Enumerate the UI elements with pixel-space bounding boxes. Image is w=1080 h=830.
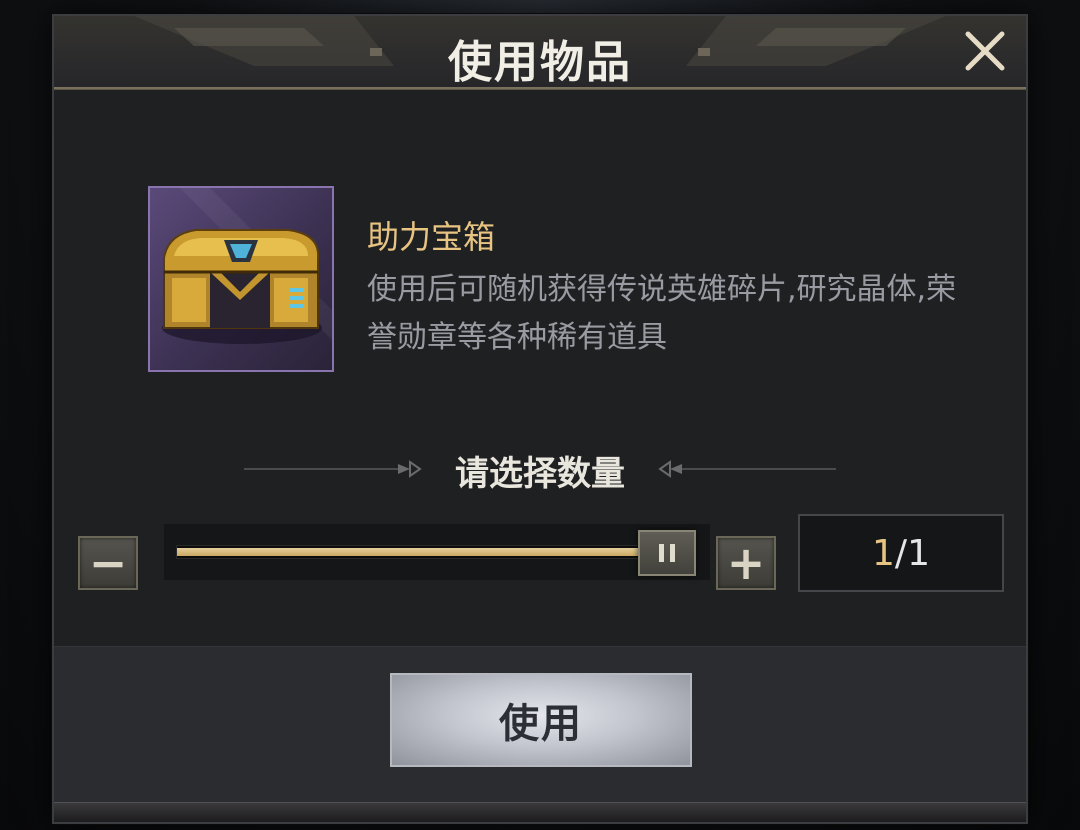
quantity-separator: / xyxy=(894,532,908,574)
use-button[interactable]: 使用 xyxy=(390,673,692,767)
slider-thumb[interactable] xyxy=(638,530,696,576)
item-name: 助力宝箱 xyxy=(367,218,496,256)
quantity-header: 请选择数量 xyxy=(54,444,1026,494)
close-icon xyxy=(965,31,1005,71)
dialog-title: 使用物品 xyxy=(448,37,632,88)
item-thumbnail xyxy=(148,186,334,372)
quantity-label: 请选择数量 xyxy=(455,454,625,494)
quantity-slider[interactable] xyxy=(164,524,710,580)
close-button[interactable] xyxy=(960,26,1010,76)
decrease-button[interactable]: − xyxy=(78,536,138,590)
use-item-dialog: 使用物品 助力宝箱 使用后可随机获得传说英雄碎片,研究晶体,荣誉勋章等各种稀有道… xyxy=(52,14,1028,824)
slider-fill xyxy=(177,548,645,556)
slider-grip-icon xyxy=(659,544,675,562)
increase-button[interactable]: + xyxy=(716,536,776,590)
quantity-max: 1 xyxy=(907,532,930,574)
dialog-bottom-edge xyxy=(54,802,1026,822)
dialog-header: 使用物品 xyxy=(54,16,1026,90)
slider-track[interactable] xyxy=(176,545,696,559)
quantity-field[interactable]: 1 / 1 xyxy=(798,514,1004,592)
item-description: 使用后可随机获得传说英雄碎片,研究晶体,荣誉勋章等各种稀有道具 xyxy=(367,272,957,355)
dialog-footer: 使用 xyxy=(54,646,1026,802)
treasure-chest-icon xyxy=(162,188,332,344)
quantity-current: 1 xyxy=(872,532,895,574)
